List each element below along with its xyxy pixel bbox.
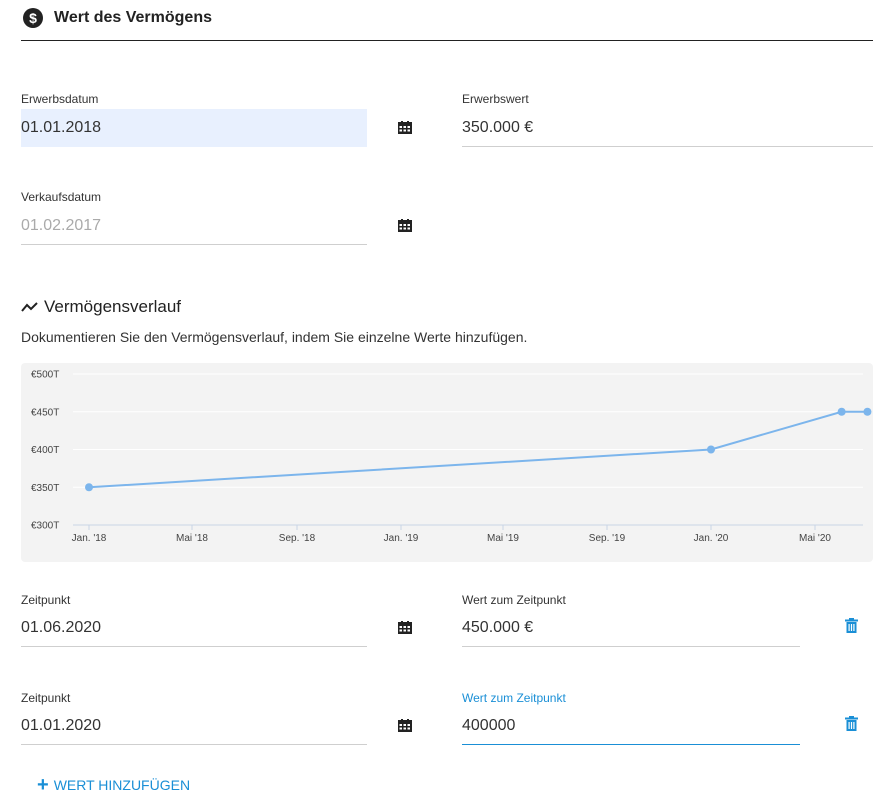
x-tick-label: Mai '18 — [176, 533, 208, 544]
x-tick-label: Jan. '19 — [384, 533, 419, 544]
trash-icon[interactable] — [845, 618, 858, 638]
entry-value-input[interactable]: 400000 — [462, 707, 800, 745]
x-tick-label: Jan. '18 — [72, 533, 107, 544]
x-tick-label: Jan. '20 — [694, 533, 729, 544]
x-tick-label: Sep. '19 — [589, 533, 626, 544]
entry-value-label: Wert zum Zeitpunkt — [462, 691, 566, 705]
entry-date-label: Zeitpunkt — [21, 593, 71, 607]
x-tick-label: Mai '19 — [487, 533, 519, 544]
entry-date-input[interactable]: 01.01.2020 — [21, 707, 367, 745]
calendar-icon[interactable] — [398, 219, 412, 237]
x-tick-label: Mai '20 — [799, 533, 831, 544]
data-point — [837, 407, 846, 416]
x-tick-label: Sep. '18 — [279, 533, 316, 544]
y-tick-label: €400T — [31, 445, 59, 456]
y-tick-label: €450T — [31, 407, 59, 418]
entry-date-input[interactable]: 01.06.2020 — [21, 609, 367, 647]
entry-value-label: Wert zum Zeitpunkt — [462, 593, 566, 607]
calendar-icon[interactable] — [398, 719, 412, 737]
section-title: Wert des Vermögens — [54, 9, 212, 26]
data-point — [707, 445, 715, 454]
entry-date-label: Zeitpunkt — [21, 691, 71, 705]
acquisition-date-label: Erwerbsdatum — [21, 92, 99, 106]
y-tick-label: €350T — [31, 483, 59, 494]
plus-icon: + — [37, 774, 49, 796]
y-tick-label: €300T — [31, 521, 59, 532]
acquisition-date-input[interactable]: 01.01.2018 — [21, 109, 367, 147]
sale-date-label: Verkaufsdatum — [21, 190, 102, 204]
calendar-icon[interactable] — [398, 621, 412, 639]
add-value-label: WERT HINZUFÜGEN — [53, 777, 191, 793]
y-tick-label: €500T — [31, 370, 59, 381]
history-description: Dokumentieren Sie den Vermögensverlauf, … — [21, 329, 528, 345]
sale-date-input[interactable]: 01.02.2017 — [21, 207, 367, 245]
acquisition-value-input[interactable]: 350.000 € — [462, 109, 873, 147]
trend-icon — [21, 300, 38, 314]
entry-value-input[interactable]: 450.000 € — [462, 609, 800, 647]
history-title: Vermögensverlauf — [44, 297, 182, 316]
dollar-circle-icon: $ — [23, 8, 43, 28]
acquisition-value-label: Erwerbswert — [462, 92, 529, 106]
history-chart-svg: €500T €450T €400T €350T €300T Jan. '18 Mai '18… — [31, 370, 872, 544]
calendar-icon[interactable] — [398, 121, 412, 139]
trash-icon[interactable] — [845, 716, 858, 736]
history-chart: €500T €450T €400T €350T €300T Jan. '18 Mai '18… — [21, 363, 873, 562]
data-point — [85, 483, 93, 492]
data-point — [863, 407, 872, 416]
add-value-button[interactable]: + WERT HINZUFÜGEN — [37, 774, 191, 796]
section-header: $ Wert des Vermögens — [21, 0, 873, 41]
